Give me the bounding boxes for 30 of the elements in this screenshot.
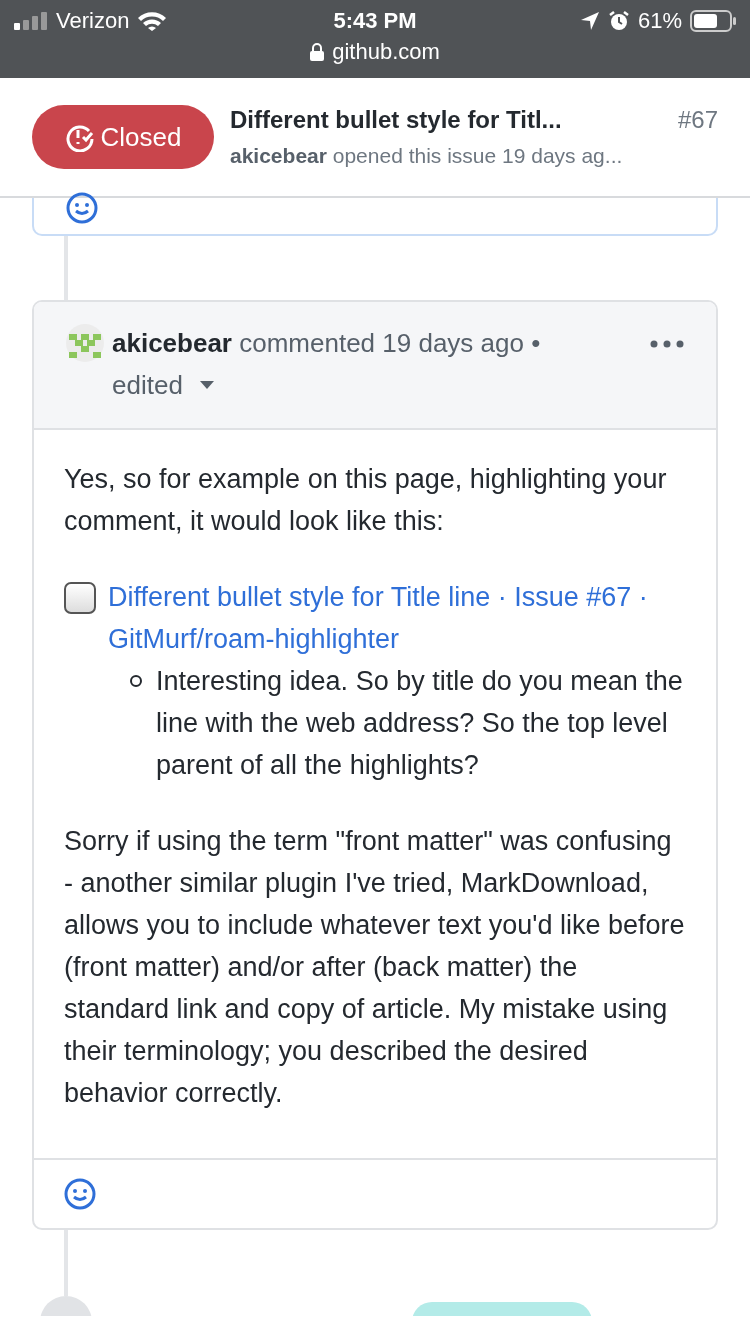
- closed-state-badge: Closed: [32, 105, 214, 169]
- avatar-icon: [66, 324, 104, 362]
- bullet-text: Interesting idea. So by title do you mean the line with the web address? So the top level parent of all the highlights?: [156, 665, 684, 782]
- comment-text: Sorry if using the term "front matter" was confusing - another similar plugin I've tried, MarkDownload, allows you to include whatever text you'd like before (front matter) and/or after (back matter) the standard link and copy of article. My mistake using their terminology; you described the desired behavior correctly.: [64, 825, 686, 1110]
- task-checkbox[interactable]: [64, 582, 96, 614]
- bullet-icon: [130, 675, 142, 687]
- smiley-icon[interactable]: [66, 192, 98, 224]
- url-text[interactable]: github.com: [332, 39, 440, 65]
- issue-author[interactable]: akicebear: [230, 144, 327, 167]
- carrier-name: Verizon: [56, 8, 130, 34]
- smiley-icon[interactable]: [64, 1178, 96, 1210]
- alarm-clock-icon: [607, 10, 630, 32]
- location-arrow-icon: [579, 11, 600, 31]
- edited-dropdown[interactable]: edited: [112, 364, 215, 406]
- issue-link[interactable]: Different bullet style for Title line · Issue #67 · GitMurf/roam-highlighter: [108, 576, 686, 660]
- issue-title: Different bullet style for Titl...: [230, 106, 562, 134]
- lock-icon: [310, 43, 325, 61]
- issue-closed-icon: [64, 122, 95, 152]
- issue-number: #67: [677, 106, 718, 134]
- signal-icon: [14, 12, 48, 30]
- caret-icon: [198, 380, 215, 390]
- clock-time: 5:43 PM: [333, 8, 417, 34]
- more-options-icon[interactable]: [650, 340, 684, 348]
- comment-author[interactable]: akicebear: [112, 328, 232, 358]
- comment-meta: commented 19 days ago •: [239, 328, 541, 358]
- issue-meta: opened this issue 19 days ag...: [332, 144, 623, 167]
- battery-icon: [690, 10, 736, 32]
- comment-text: Yes, so for example on this page, highlighting your comment, it would look like this:: [64, 463, 668, 538]
- battery-percent: 61%: [637, 8, 682, 34]
- wifi-icon: [137, 11, 168, 31]
